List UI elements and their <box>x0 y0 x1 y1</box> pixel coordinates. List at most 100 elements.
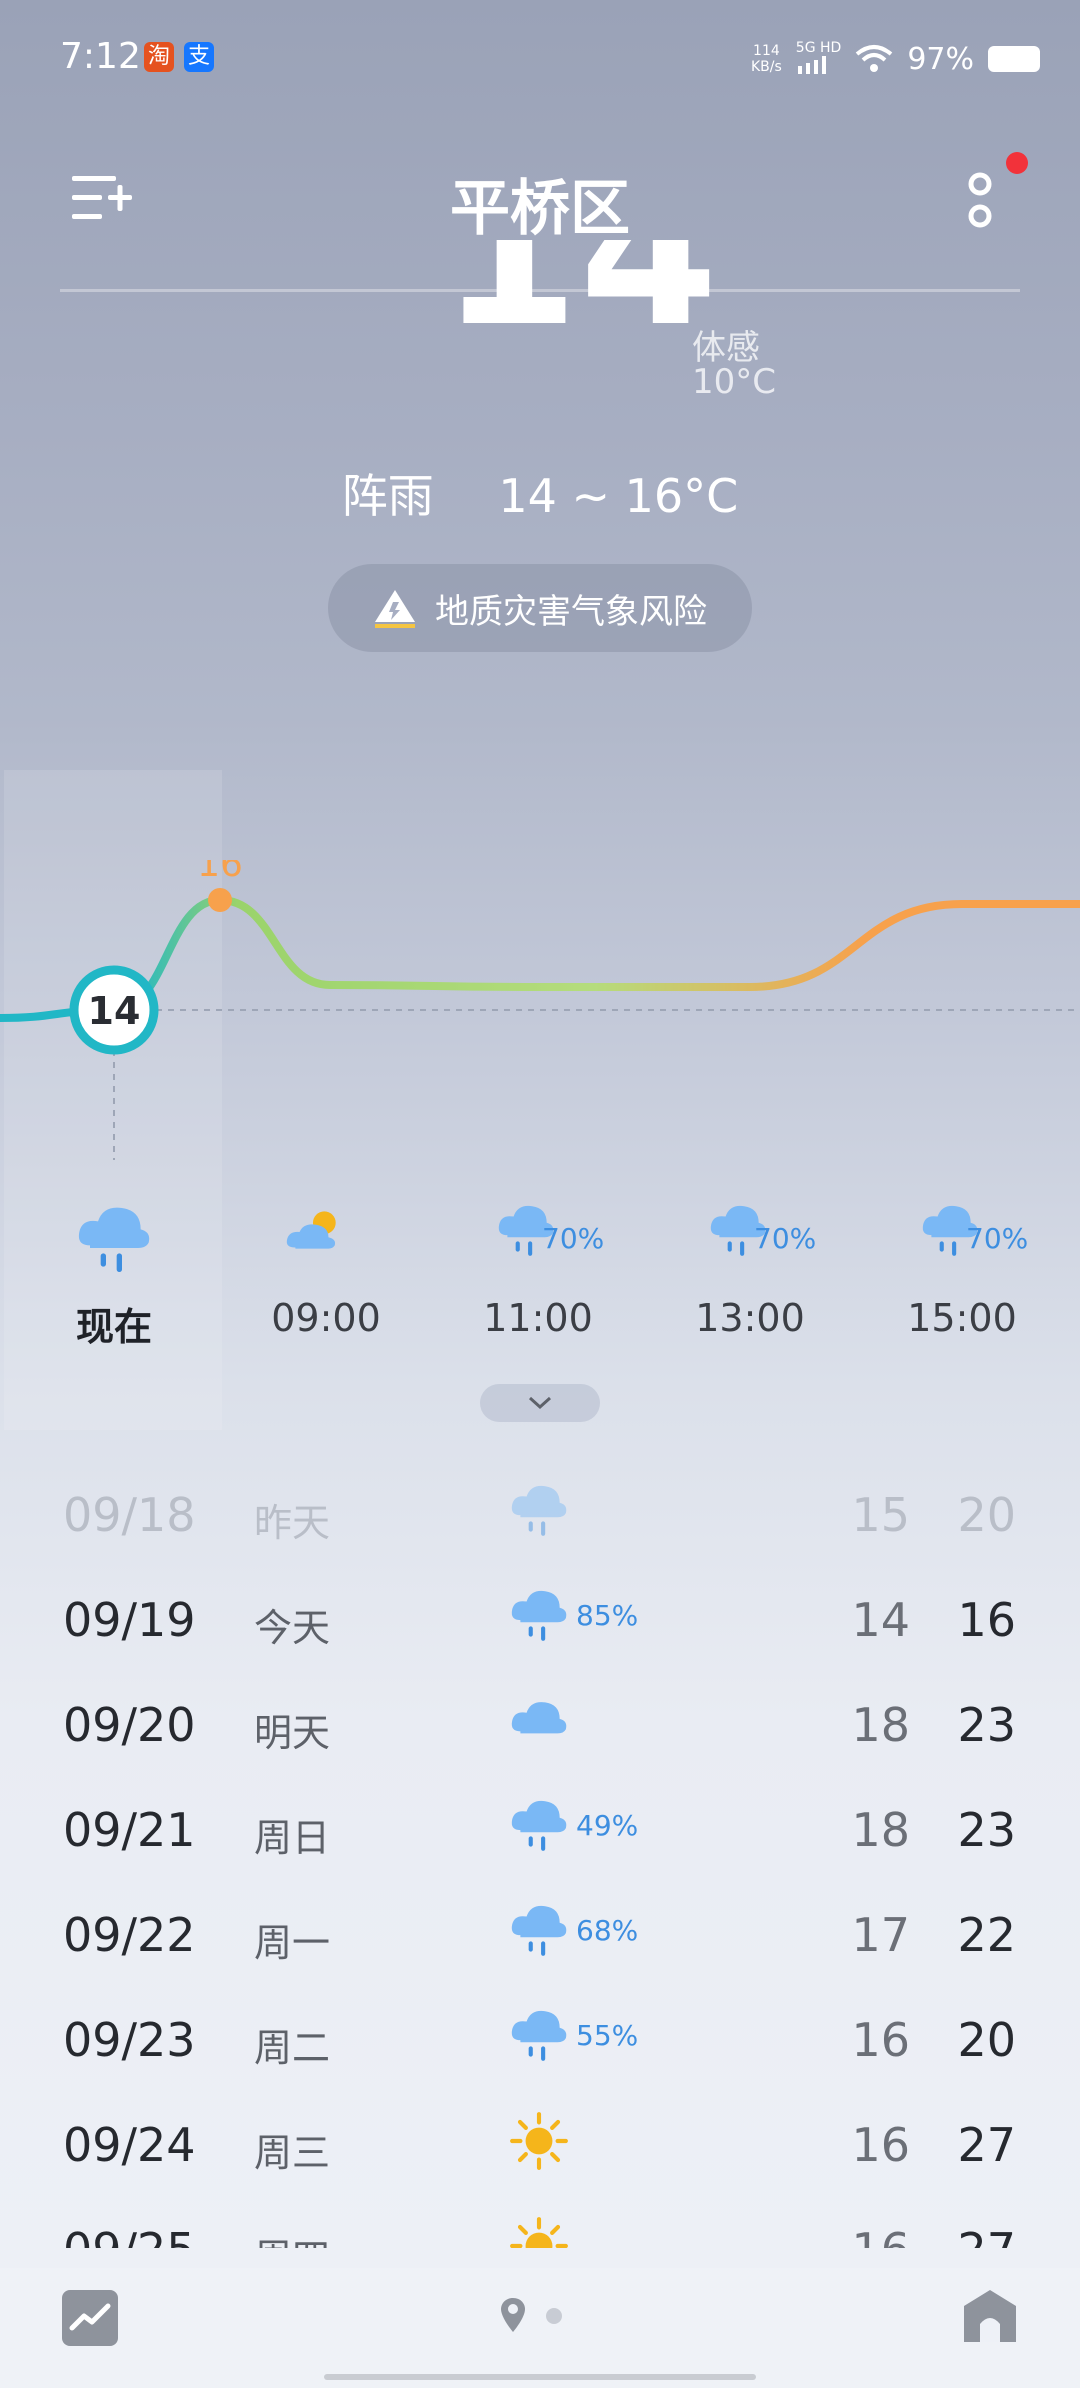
rain-cloud-icon <box>508 1900 570 1966</box>
hourly-time-label: 09:00 <box>271 1296 381 1340</box>
current-temp-point-label: 14 <box>88 989 141 1033</box>
rain-cloud-icon <box>508 1480 570 1546</box>
daily-date: 09/19 <box>63 1593 196 1647</box>
hourly-item[interactable]: 70% 11:00 <box>458 1200 618 1340</box>
daily-date: 09/18 <box>63 1488 196 1542</box>
city-title[interactable]: 平桥区 <box>0 160 1080 247</box>
hourly-item[interactable]: 09:00 <box>246 1200 406 1340</box>
daily-date: 09/21 <box>63 1803 196 1857</box>
daily-row[interactable]: 09/19 今天 14 16 85% <box>0 1563 1080 1668</box>
daily-row[interactable]: 09/24 周三 16 27 <box>0 2088 1080 2193</box>
daily-low-temp: 18 <box>851 1803 910 1857</box>
hourly-rain-chance: 70% <box>754 1222 817 1255</box>
net-speed: 114 KB/s <box>751 43 782 75</box>
hourly-item[interactable]: 现在 <box>34 1200 194 1351</box>
daily-date: 09/24 <box>63 2118 196 2172</box>
condition-text: 阵雨 <box>341 469 434 523</box>
temperature-range: 14 ~ 16°C <box>498 469 739 523</box>
daily-row[interactable]: 09/18 昨天 15 20 <box>0 1458 1080 1563</box>
daily-weekday: 明天 <box>254 1711 331 1755</box>
daily-high-temp: 20 <box>957 1488 1016 1542</box>
sun-icon <box>508 2215 570 2248</box>
daily-high-temp: 23 <box>957 1698 1016 1752</box>
daily-rain-chance: 85% <box>576 1599 639 1632</box>
daily-low-temp: 14 <box>851 1593 910 1647</box>
bottom-bar <box>0 2268 1080 2388</box>
daily-high-temp: 22 <box>957 1908 1016 1962</box>
page-indicator-dot <box>546 2308 562 2324</box>
daily-rain-chance: 49% <box>576 1809 639 1842</box>
daily-row[interactable]: 09/20 明天 18 23 <box>0 1668 1080 1773</box>
daily-high-temp: 27 <box>944 2223 1016 2248</box>
rain-cloud-icon <box>74 1207 154 1284</box>
daily-row[interactable]: 09/21 周日 18 23 49% <box>0 1773 1080 1878</box>
alipay-app-icon: 支 <box>184 42 214 72</box>
sun-icon <box>508 2110 570 2176</box>
cloud-icon <box>508 1690 570 1756</box>
taobao-app-icon: 淘 <box>144 42 174 72</box>
wifi-icon <box>856 45 893 72</box>
daily-weekday: 今天 <box>254 1606 331 1650</box>
daily-high-temp: 27 <box>957 2118 1016 2172</box>
hourly-item[interactable]: 70% 15:00 <box>882 1200 1042 1340</box>
daily-low-temp: 15 <box>851 1488 910 1542</box>
hourly-time-label: 13:00 <box>695 1296 805 1340</box>
daily-low-temp: 16 <box>851 2013 910 2067</box>
home-icon[interactable] <box>962 2286 1018 2346</box>
hourly-time-label: 15:00 <box>907 1296 1017 1340</box>
hourly-rain-chance: 70% <box>542 1222 605 1255</box>
daily-low-temp: 16 <box>840 2223 910 2248</box>
temperature-line <box>0 895 1080 1022</box>
alert-text: 地质灾害气象风险 <box>435 591 707 632</box>
expand-forecast-button[interactable] <box>480 1384 600 1422</box>
hourly-time-label: 现在 <box>75 1305 152 1349</box>
battery-icon <box>988 46 1040 72</box>
daily-rain-chance: 68% <box>576 1914 639 1947</box>
partly-cloudy-icon <box>283 1211 345 1266</box>
hourly-item[interactable]: 70% 13:00 <box>670 1200 830 1340</box>
daily-weekday: 周二 <box>254 2026 331 2070</box>
hourly-temperature-chart[interactable]: 14 16 <box>0 860 1080 1190</box>
chevron-down-icon <box>528 1396 552 1410</box>
daily-weekday: 周日 <box>254 1816 331 1860</box>
daily-weekday: 周三 <box>254 2131 331 2175</box>
gesture-bar <box>324 2374 756 2380</box>
daily-weekday: 昨天 <box>254 1501 331 1545</box>
weather-alert-button[interactable]: 地质灾害气象风险 <box>328 564 752 652</box>
daily-row[interactable]: 09/23 周二 16 20 55% <box>0 1983 1080 2088</box>
current-temperature: 14 <box>440 240 719 371</box>
rain-cloud-icon <box>508 2005 570 2071</box>
daily-weekday: 周一 <box>254 1921 331 1965</box>
trend-line-icon <box>69 2303 111 2331</box>
daily-low-temp: 16 <box>851 2118 910 2172</box>
hourly-rain-chance: 70% <box>966 1222 1029 1255</box>
daily-high-temp: 16 <box>957 1593 1016 1647</box>
daily-low-temp: 17 <box>851 1908 910 1962</box>
notification-dot <box>1006 152 1028 174</box>
daily-rain-chance: 55% <box>576 2019 639 2052</box>
rain-cloud-icon <box>508 1585 570 1651</box>
daily-row[interactable]: 09/25 周四 16 27 <box>0 2193 1080 2248</box>
hourly-time-label: 11:00 <box>483 1296 593 1340</box>
signal-icon: 5G HD <box>796 40 841 78</box>
daily-date: 09/22 <box>63 1908 196 1962</box>
daily-high-temp: 23 <box>957 1803 1016 1857</box>
daily-forecast-list[interactable]: 09/18 昨天 15 20 09/19 今天 14 16 85% 09/20 明天 18 23 09/2… <box>0 1458 1080 2248</box>
location-pin-icon[interactable] <box>500 2296 526 2334</box>
daily-high-temp: 20 <box>957 2013 1016 2067</box>
daily-weekday: 周四 <box>254 2227 330 2248</box>
status-time: 7:12 <box>60 36 141 77</box>
daily-low-temp: 18 <box>851 1698 910 1752</box>
condition-summary: 阵雨 14 ~ 16°C <box>0 460 1080 526</box>
daily-row[interactable]: 09/22 周一 17 22 68% <box>0 1878 1080 1983</box>
daily-date: 09/23 <box>63 2013 196 2067</box>
trend-chart-button[interactable] <box>62 2290 118 2346</box>
status-bar: 7:12 淘 支 114 KB/s 5G HD 97% <box>60 36 1040 86</box>
landslide-warning-icon <box>375 590 415 628</box>
daily-date: 09/20 <box>63 1698 196 1752</box>
more-options-icon[interactable] <box>962 170 998 240</box>
peak-temp-point <box>208 888 232 912</box>
daily-date: 09/25 <box>63 2223 196 2248</box>
battery-percent: 97% <box>907 41 974 77</box>
feels-like-value: 10°C <box>692 362 777 402</box>
